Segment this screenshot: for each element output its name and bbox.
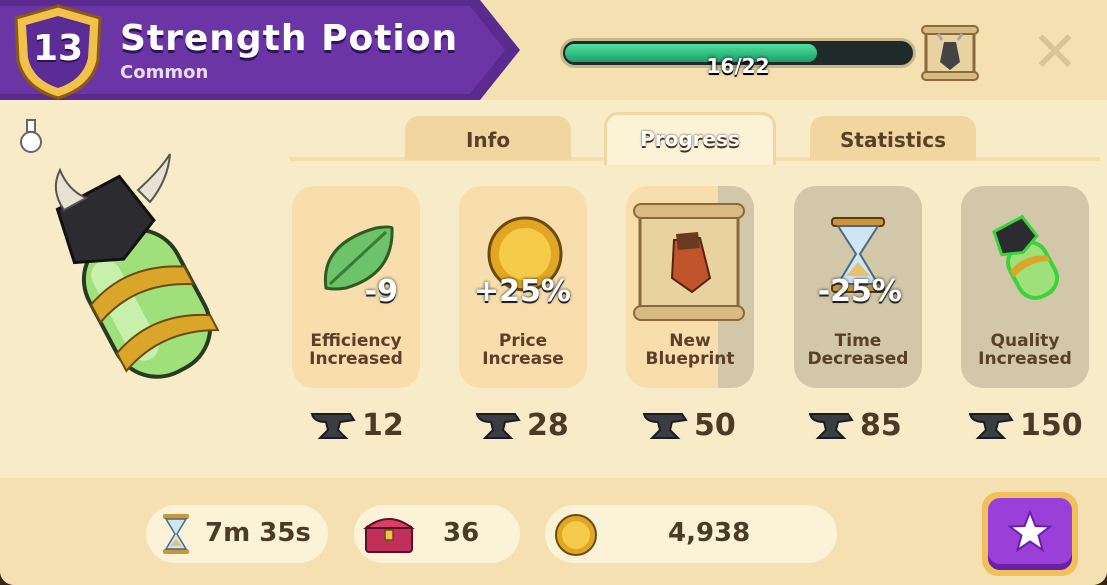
- cost-crafts-28: 28: [475, 406, 615, 446]
- blueprint-scroll-icon: [633, 203, 745, 321]
- reward-label: Time Decreased: [794, 332, 922, 368]
- reward-label: Efficiency Increased: [292, 332, 420, 368]
- blueprint-scroll-icon[interactable]: [920, 22, 980, 84]
- reward-label-line2: Blueprint: [645, 349, 735, 369]
- strength-potion-image: [54, 153, 220, 379]
- craft-time: 7m 35s: [205, 518, 311, 548]
- flask-icon: [20, 119, 42, 153]
- anvil-icon: [475, 413, 521, 439]
- item-rarity: Common: [120, 62, 209, 83]
- star-button-face: [988, 498, 1072, 570]
- reward-label-line1: Time: [834, 331, 882, 351]
- reward-label: Price Increase: [459, 332, 587, 368]
- cost-value: 150: [1020, 408, 1083, 443]
- anvil-icon: [310, 413, 356, 439]
- quality-potion-icon: [992, 214, 1059, 300]
- tab-statistics[interactable]: Statistics: [810, 116, 976, 160]
- reward-value: +25%: [474, 274, 571, 309]
- reward-label-line2: Decreased: [807, 349, 909, 369]
- reward-card-quality[interactable]: Quality Increased: [961, 186, 1089, 388]
- cost-crafts-85: 85: [808, 406, 948, 446]
- reward-label-line2: Increased: [978, 349, 1072, 369]
- reward-value: -25%: [817, 274, 902, 309]
- reward-card-blueprint[interactable]: New Blueprint: [626, 186, 754, 388]
- cost-value: 85: [860, 408, 902, 443]
- anvil-icon: [968, 413, 1014, 439]
- favorite-star-button[interactable]: [982, 492, 1078, 576]
- hourglass-icon: [163, 514, 189, 554]
- cost-value: 28: [527, 408, 569, 443]
- cost-value: 12: [362, 408, 404, 443]
- item-title: Strength Potion: [120, 18, 459, 59]
- reward-label-line1: Efficiency: [310, 331, 402, 351]
- reward-card-time[interactable]: -25% Time Decreased: [794, 186, 922, 388]
- close-button[interactable]: ✕: [1030, 25, 1080, 81]
- reward-label-line2: Increased: [309, 349, 403, 369]
- treasure-chest-icon: [363, 518, 415, 553]
- level-number: 13: [32, 28, 84, 69]
- cost-value: 50: [694, 408, 736, 443]
- anvil-icon: [808, 413, 854, 439]
- anvil-icon: [642, 413, 688, 439]
- reward-card-price[interactable]: +25% Price Increase: [459, 186, 587, 388]
- cost-crafts-50: 50: [642, 406, 782, 446]
- reward-label: New Blueprint: [626, 332, 754, 368]
- star-icon: [1008, 510, 1052, 553]
- gold-amount: 4,938: [668, 518, 751, 548]
- coin-icon: [555, 514, 597, 556]
- reward-value: -9: [364, 274, 398, 309]
- tab-info[interactable]: Info: [405, 116, 571, 160]
- cost-crafts-12: 12: [310, 406, 450, 446]
- reward-label-line1: Price: [498, 331, 548, 351]
- chest-count: 36: [443, 518, 480, 548]
- reward-label-line1: New: [669, 331, 711, 351]
- reward-label: Quality Increased: [961, 332, 1089, 368]
- reward-label-line1: Quality: [990, 331, 1060, 351]
- tab-progress[interactable]: Progress: [604, 112, 776, 165]
- reward-label-line2: Increase: [482, 349, 564, 369]
- cost-crafts-150: 150: [968, 406, 1107, 446]
- reward-card-efficiency[interactable]: -9 Efficiency Increased: [292, 186, 420, 388]
- progress-text: 16/22: [706, 54, 770, 78]
